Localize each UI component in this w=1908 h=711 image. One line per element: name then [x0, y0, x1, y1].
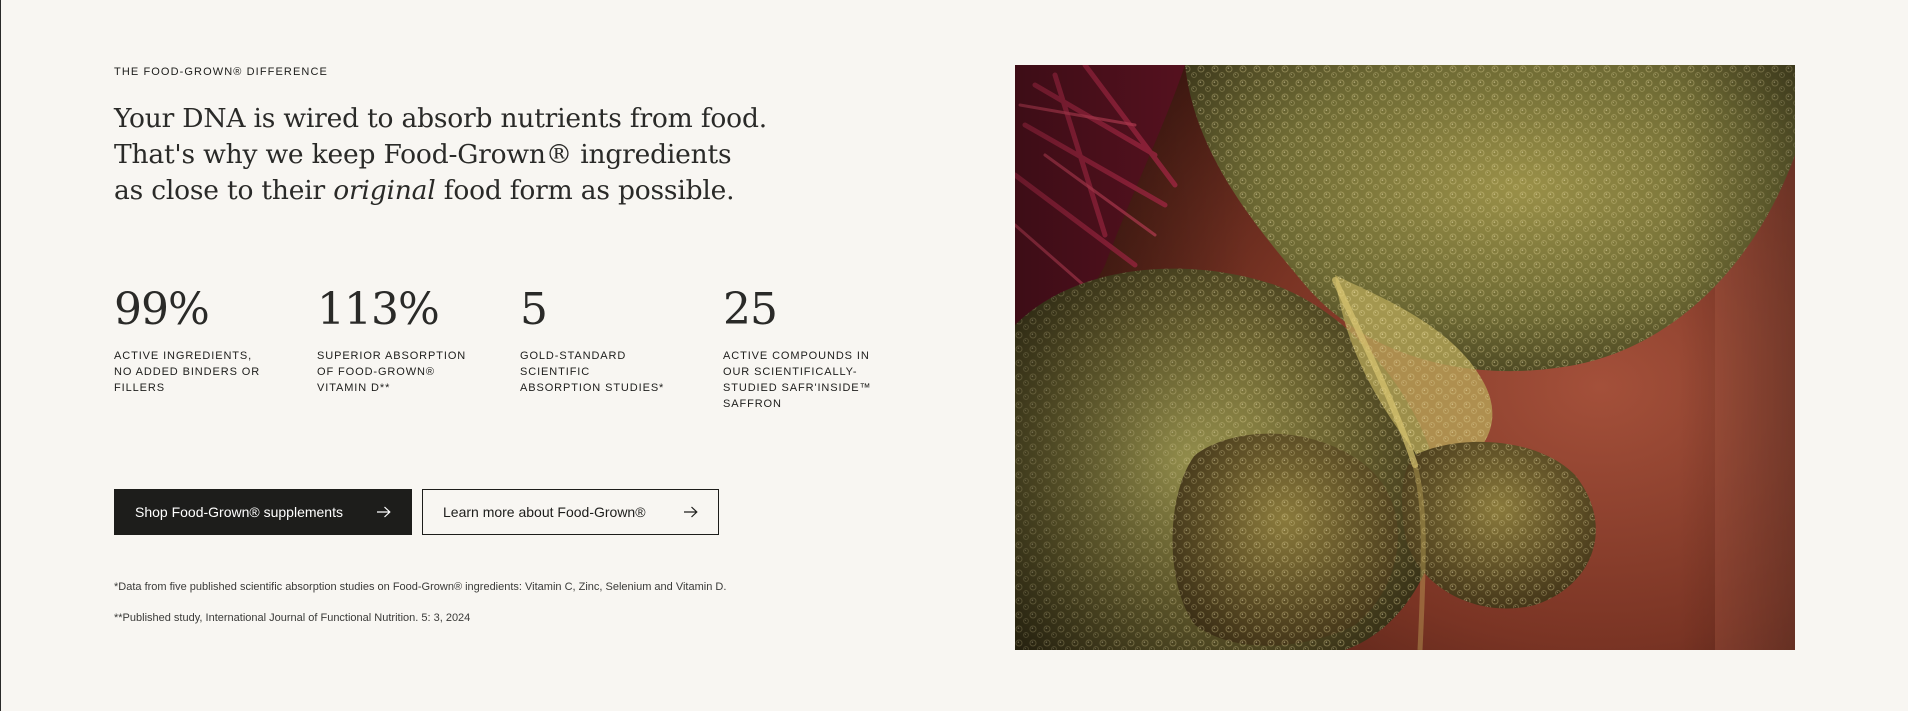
food-grown-section: THE FOOD-GROWN® DIFFERENCE Your DNA is w…: [1, 0, 1908, 711]
stat-item: 99% ACTIVE INGREDIENTS, NO ADDED BINDERS…: [114, 284, 317, 412]
shop-food-grown-button[interactable]: Shop Food-Grown® supplements: [114, 489, 412, 535]
arrow-right-icon: [377, 506, 391, 518]
stat-value: 113%: [317, 284, 440, 335]
headline-line-1: Your DNA is wired to absorb nutrients fr…: [114, 103, 767, 134]
headline-line-2: That's why we keep Food-Grown® ingredien…: [114, 139, 732, 170]
footnote-published-study: **Published study, International Journal…: [114, 612, 471, 624]
hero-image: [1015, 65, 1795, 650]
footnotes: *Data from five published scientific abs…: [114, 579, 726, 641]
learn-more-button[interactable]: Learn more about Food-Grown®: [422, 489, 719, 535]
headline-line-3-end: food form as possible.: [435, 175, 735, 206]
stat-label: GOLD-STANDARD SCIENTIFIC ABSORPTION STUD…: [520, 350, 665, 394]
section-eyebrow: THE FOOD-GROWN® DIFFERENCE: [114, 66, 328, 78]
stat-item: 113% SUPERIOR ABSORPTION OF FOOD-GROWN® …: [317, 284, 520, 412]
stat-value: 5: [520, 284, 548, 335]
stat-label: ACTIVE INGREDIENTS, NO ADDED BINDERS OR …: [114, 350, 261, 394]
footnote-studies: *Data from five published scientific abs…: [114, 581, 727, 593]
stat-value: 99%: [114, 284, 210, 335]
learn-more-button-label: Learn more about Food-Grown®: [443, 504, 646, 520]
stat-item: 25 ACTIVE COMPOUNDS IN OUR SCIENTIFICALL…: [723, 284, 926, 412]
headline-line-3: as close to their original food form as …: [114, 173, 914, 209]
stats-row: 99% ACTIVE INGREDIENTS, NO ADDED BINDERS…: [114, 284, 926, 412]
headline-emphasis: original: [333, 175, 436, 206]
stat-label: ACTIVE COMPOUNDS IN OUR SCIENTIFICALLY-S…: [723, 350, 872, 410]
arrow-right-icon: [684, 506, 698, 518]
stat-item: 5 GOLD-STANDARD SCIENTIFIC ABSORPTION ST…: [520, 284, 723, 412]
headline-line-3-start: as close to their: [114, 175, 334, 206]
sprouts-in-water-image: [1015, 65, 1795, 650]
shop-button-label: Shop Food-Grown® supplements: [135, 504, 343, 520]
cta-buttons: Shop Food-Grown® supplements Learn more …: [114, 489, 719, 535]
content-column: THE FOOD-GROWN® DIFFERENCE Your DNA is w…: [114, 66, 914, 624]
stat-value: 25: [723, 284, 778, 335]
stat-label: SUPERIOR ABSORPTION OF FOOD-GROWN® VITAM…: [317, 350, 467, 394]
section-headline: Your DNA is wired to absorb nutrients fr…: [114, 101, 914, 209]
